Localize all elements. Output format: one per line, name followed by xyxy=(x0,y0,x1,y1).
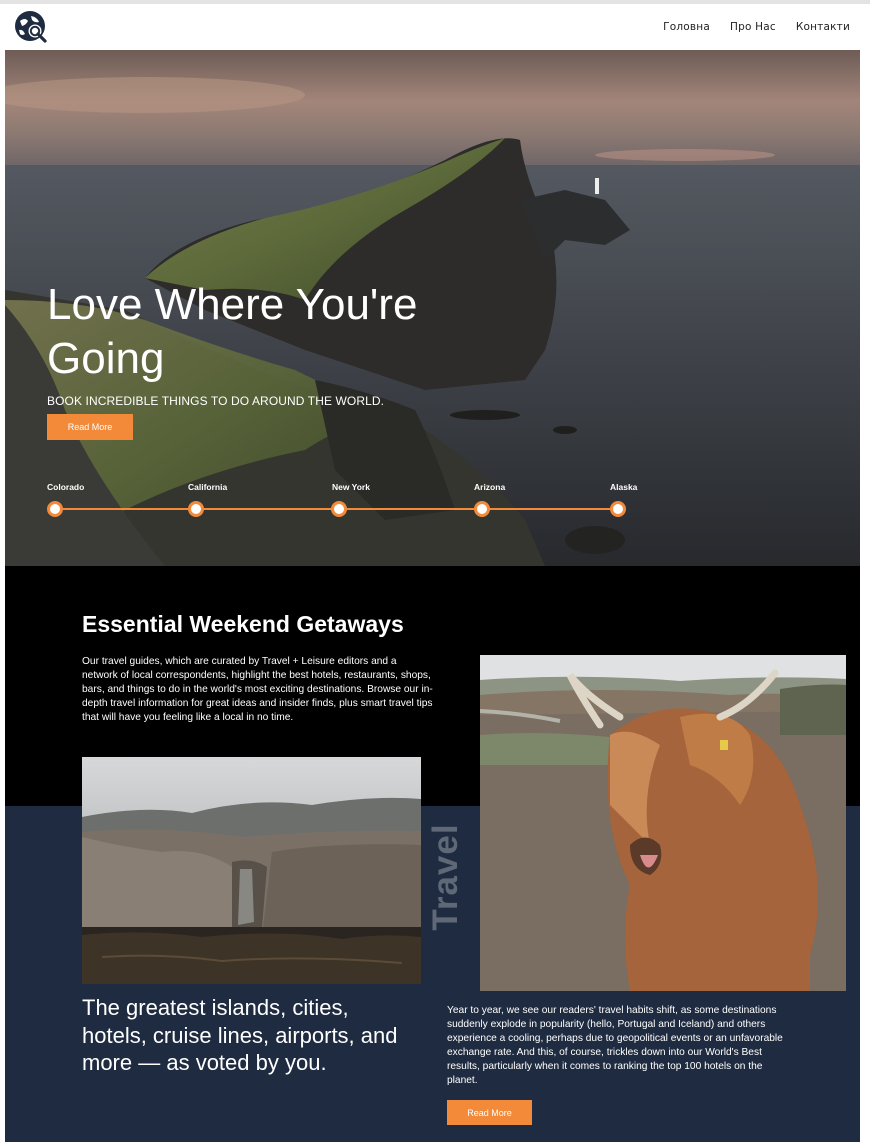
timeline-label: Alaska xyxy=(610,482,638,492)
hero-read-more-button[interactable]: Read More xyxy=(47,414,133,440)
hero-subtitle: BOOK INCREDIBLE THINGS TO DO AROUND THE … xyxy=(47,394,385,408)
timeline-label: California xyxy=(188,482,228,492)
timeline-label: New York xyxy=(332,482,370,492)
section-intro-text: Our travel guides, which are curated by … xyxy=(82,656,433,723)
hero-banner: Love Where You're Going BOOK INCREDIBLE … xyxy=(5,50,860,566)
hero-title: Love Where You're Going xyxy=(47,280,418,383)
timeline-dot[interactable] xyxy=(610,501,626,517)
timeline-label: Colorado xyxy=(47,482,85,492)
nav-link-about[interactable]: Про Нас xyxy=(730,21,776,33)
highland-cow-image xyxy=(480,655,846,991)
section-title: Essential Weekend Getaways xyxy=(82,611,404,637)
nav-link-contacts[interactable]: Контакти xyxy=(796,21,850,33)
travel-search-icon[interactable] xyxy=(13,9,49,45)
timeline-dot[interactable] xyxy=(188,501,204,517)
main-nav: Головна Про Нас Контакти xyxy=(663,21,850,33)
timeline-label: Arizona xyxy=(474,482,506,492)
timeline-dot[interactable] xyxy=(474,501,490,517)
section-body-text: Year to year, we see our readers' travel… xyxy=(447,1005,783,1086)
timeline-dot[interactable] xyxy=(47,501,63,517)
featured-quote: The greatest islands, cities, hotels, cr… xyxy=(82,995,398,1075)
nav-link-home[interactable]: Головна xyxy=(663,21,710,33)
section-read-more-button[interactable]: Read More xyxy=(447,1100,532,1125)
site-header: Головна Про Нас Контакти xyxy=(0,4,870,50)
timeline-dot[interactable] xyxy=(331,501,347,517)
waterfall-rock-image xyxy=(82,757,421,984)
vertical-travel-label: Travel xyxy=(426,823,465,931)
